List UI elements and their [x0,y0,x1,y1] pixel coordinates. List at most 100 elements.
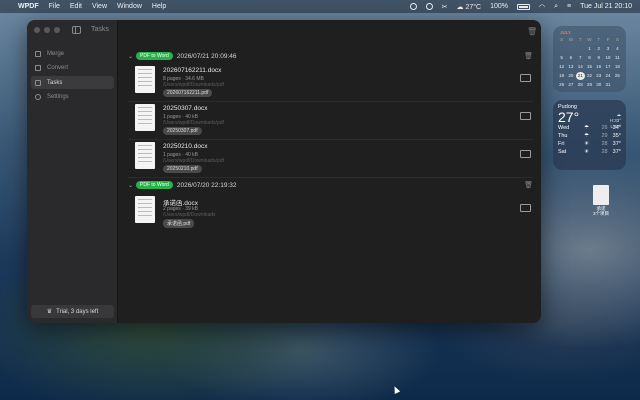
list-item: 承诺函.docx 2 pages · 39 kB /Users/wpdf/Dow… [128,195,533,232]
calendar-day: 1 [588,46,591,51]
document-thumbnail [135,66,155,93]
weekday-label: W [587,37,592,42]
weather-status[interactable]: ☁ 27°C [456,3,481,11]
calendar-day: 6 [569,55,573,60]
calendar-day: 26 [559,82,565,87]
list-item: 20250307.docx 1 pages · 40 kB /Users/wpd… [128,103,533,140]
weekday-label: M [569,37,573,42]
calendar-grid: S M T W T F S 1 2 3 4 5 6 7 8 9 10 11 12 13 14 15 16 17 18 19 20 21… [557,36,622,89]
weekday-label: F [606,37,610,42]
trash-icon[interactable]: 🗑 [524,52,533,60]
sidebar-item-merge[interactable]: Merge [31,47,114,60]
calendar-day [576,45,585,53]
task-type-badge: PDF to Word [136,52,173,60]
calendar-day: 25 [614,73,620,78]
clock[interactable]: Tue Jul 21 20:10 [580,3,632,10]
sidebar-nav: Merge Convert Tasks Settings [31,47,114,105]
calendar-day: 15 [586,64,592,69]
calendar-month: JULY [560,30,572,35]
calendar-day: 31 [605,82,611,87]
calendar-day: 7 [578,55,582,60]
sidebar-item-tasks[interactable]: Tasks [31,76,114,89]
calendar-day: 8 [588,55,591,60]
chevron-down-icon[interactable]: ⌄ [128,182,133,189]
forecast-row: Thu ☂ 29 35° [558,133,621,139]
menu-help[interactable]: Help [152,3,166,10]
calendar-day: 30 [596,82,602,87]
sidebar-item-convert[interactable]: Convert [31,62,114,75]
desktop-file-label: 承诺 3个项目 [592,206,609,216]
weekday-label: S [560,37,564,42]
calendar-day: 18 [614,64,620,69]
folder-icon[interactable] [520,204,531,212]
weekday-label: T [597,37,601,42]
sidebar-toggle-icon[interactable] [72,26,81,34]
menu-window[interactable]: Window [117,3,142,10]
window-title: Tasks [91,26,109,33]
screen-icon[interactable] [425,3,433,10]
file-path: /Users/wpdf/Downloads [163,212,216,218]
weekday-label: T [578,37,582,42]
calendar-day: 29 [586,82,592,87]
battery-icon[interactable] [516,3,530,10]
document-thumbnail [135,104,155,131]
calendar-day: 13 [568,64,574,69]
menu-edit[interactable]: Edit [70,3,82,10]
calendar-day [566,45,575,53]
document-thumbnail [135,196,155,223]
source-file-pill: 202607162211.pdf [163,89,213,97]
zoom-button[interactable] [54,27,60,33]
sidebar-item-label: Merge [47,50,65,57]
source-file-pill: 20250210.pdf [163,165,202,173]
gear-icon [35,94,41,100]
sidebar-item-settings[interactable]: Settings [31,91,114,104]
calendar-day: 22 [586,73,592,78]
weather-widget[interactable]: Pudong 27° ☁ H:33° L:27° Wed ☂ 26 34° Th… [553,100,626,170]
task-group-header[interactable]: ⌄ PDF to Word 2026/07/20 22:19:32 🗑 [128,179,533,191]
cloud-icon: ☁ [456,3,464,11]
desktop-file-icon[interactable]: 承诺 3个项目 [590,185,612,216]
minimize-button[interactable] [44,27,50,33]
trash-all-icon[interactable]: 🗑 [527,27,537,36]
calendar-day: 4 [616,46,619,51]
trash-icon[interactable]: 🗑 [524,181,533,189]
chevron-down-icon[interactable]: ⌄ [128,53,133,60]
folder-icon[interactable] [520,112,531,120]
file-name: 202607162211.docx [163,67,222,74]
convert-icon [35,65,41,71]
control-center-icon[interactable]: ≡ [567,3,571,10]
sidebar-item-label: Convert [47,65,69,71]
task-datetime: 2026/07/20 22:19:32 [176,181,237,189]
task-group-header[interactable]: ⌄ PDF to Word 2026/07/21 20:09:46 🗑 [128,50,533,62]
calendar-widget[interactable]: JULY S M T W T F S 1 2 3 4 5 6 7 8 9 10 11 12 13 14 15 16 17 18 1… [553,26,626,92]
tasks-icon [35,79,41,86]
trial-button[interactable]: ♛ Trial, 3 days left [31,305,114,318]
file-name: 20250210.docx [163,143,208,150]
app-menu[interactable]: WPDF [18,3,39,10]
forecast-row: Fri ☀ 28 37° [558,141,621,147]
trial-label: Trial, 3 days left [56,308,99,315]
task-list: 🗑 ⌄ PDF to Word 2026/07/21 20:09:46 🗑 20… [118,20,541,323]
calendar-day: 2 [597,46,601,51]
calendar-day: 10 [605,55,611,60]
wifi-icon[interactable]: ◠ [539,3,545,11]
menu-file[interactable]: File [49,3,60,10]
calendar-day [557,45,566,53]
calendar-day: 21 [575,72,585,80]
sun-icon: ☀ [584,141,590,147]
folder-icon[interactable] [520,150,531,158]
list-item: 20250210.docx 1 pages · 40 kB /Users/wpd… [128,141,533,178]
close-button[interactable] [34,27,40,33]
menu-view[interactable]: View [92,3,107,10]
calendar-day: 16 [596,64,602,69]
calendar-day: 24 [605,73,611,78]
calendar-day: 12 [559,64,565,69]
calendar-day: 14 [577,64,583,69]
status-icon[interactable] [409,3,417,10]
scissors-icon[interactable]: ✂ [442,3,448,11]
sun-icon: ☀ [584,149,590,155]
search-icon[interactable]: ⌕ [554,3,558,11]
folder-icon[interactable] [520,74,531,82]
mouse-cursor-icon [391,385,401,394]
calendar-day: 27 [568,82,574,87]
